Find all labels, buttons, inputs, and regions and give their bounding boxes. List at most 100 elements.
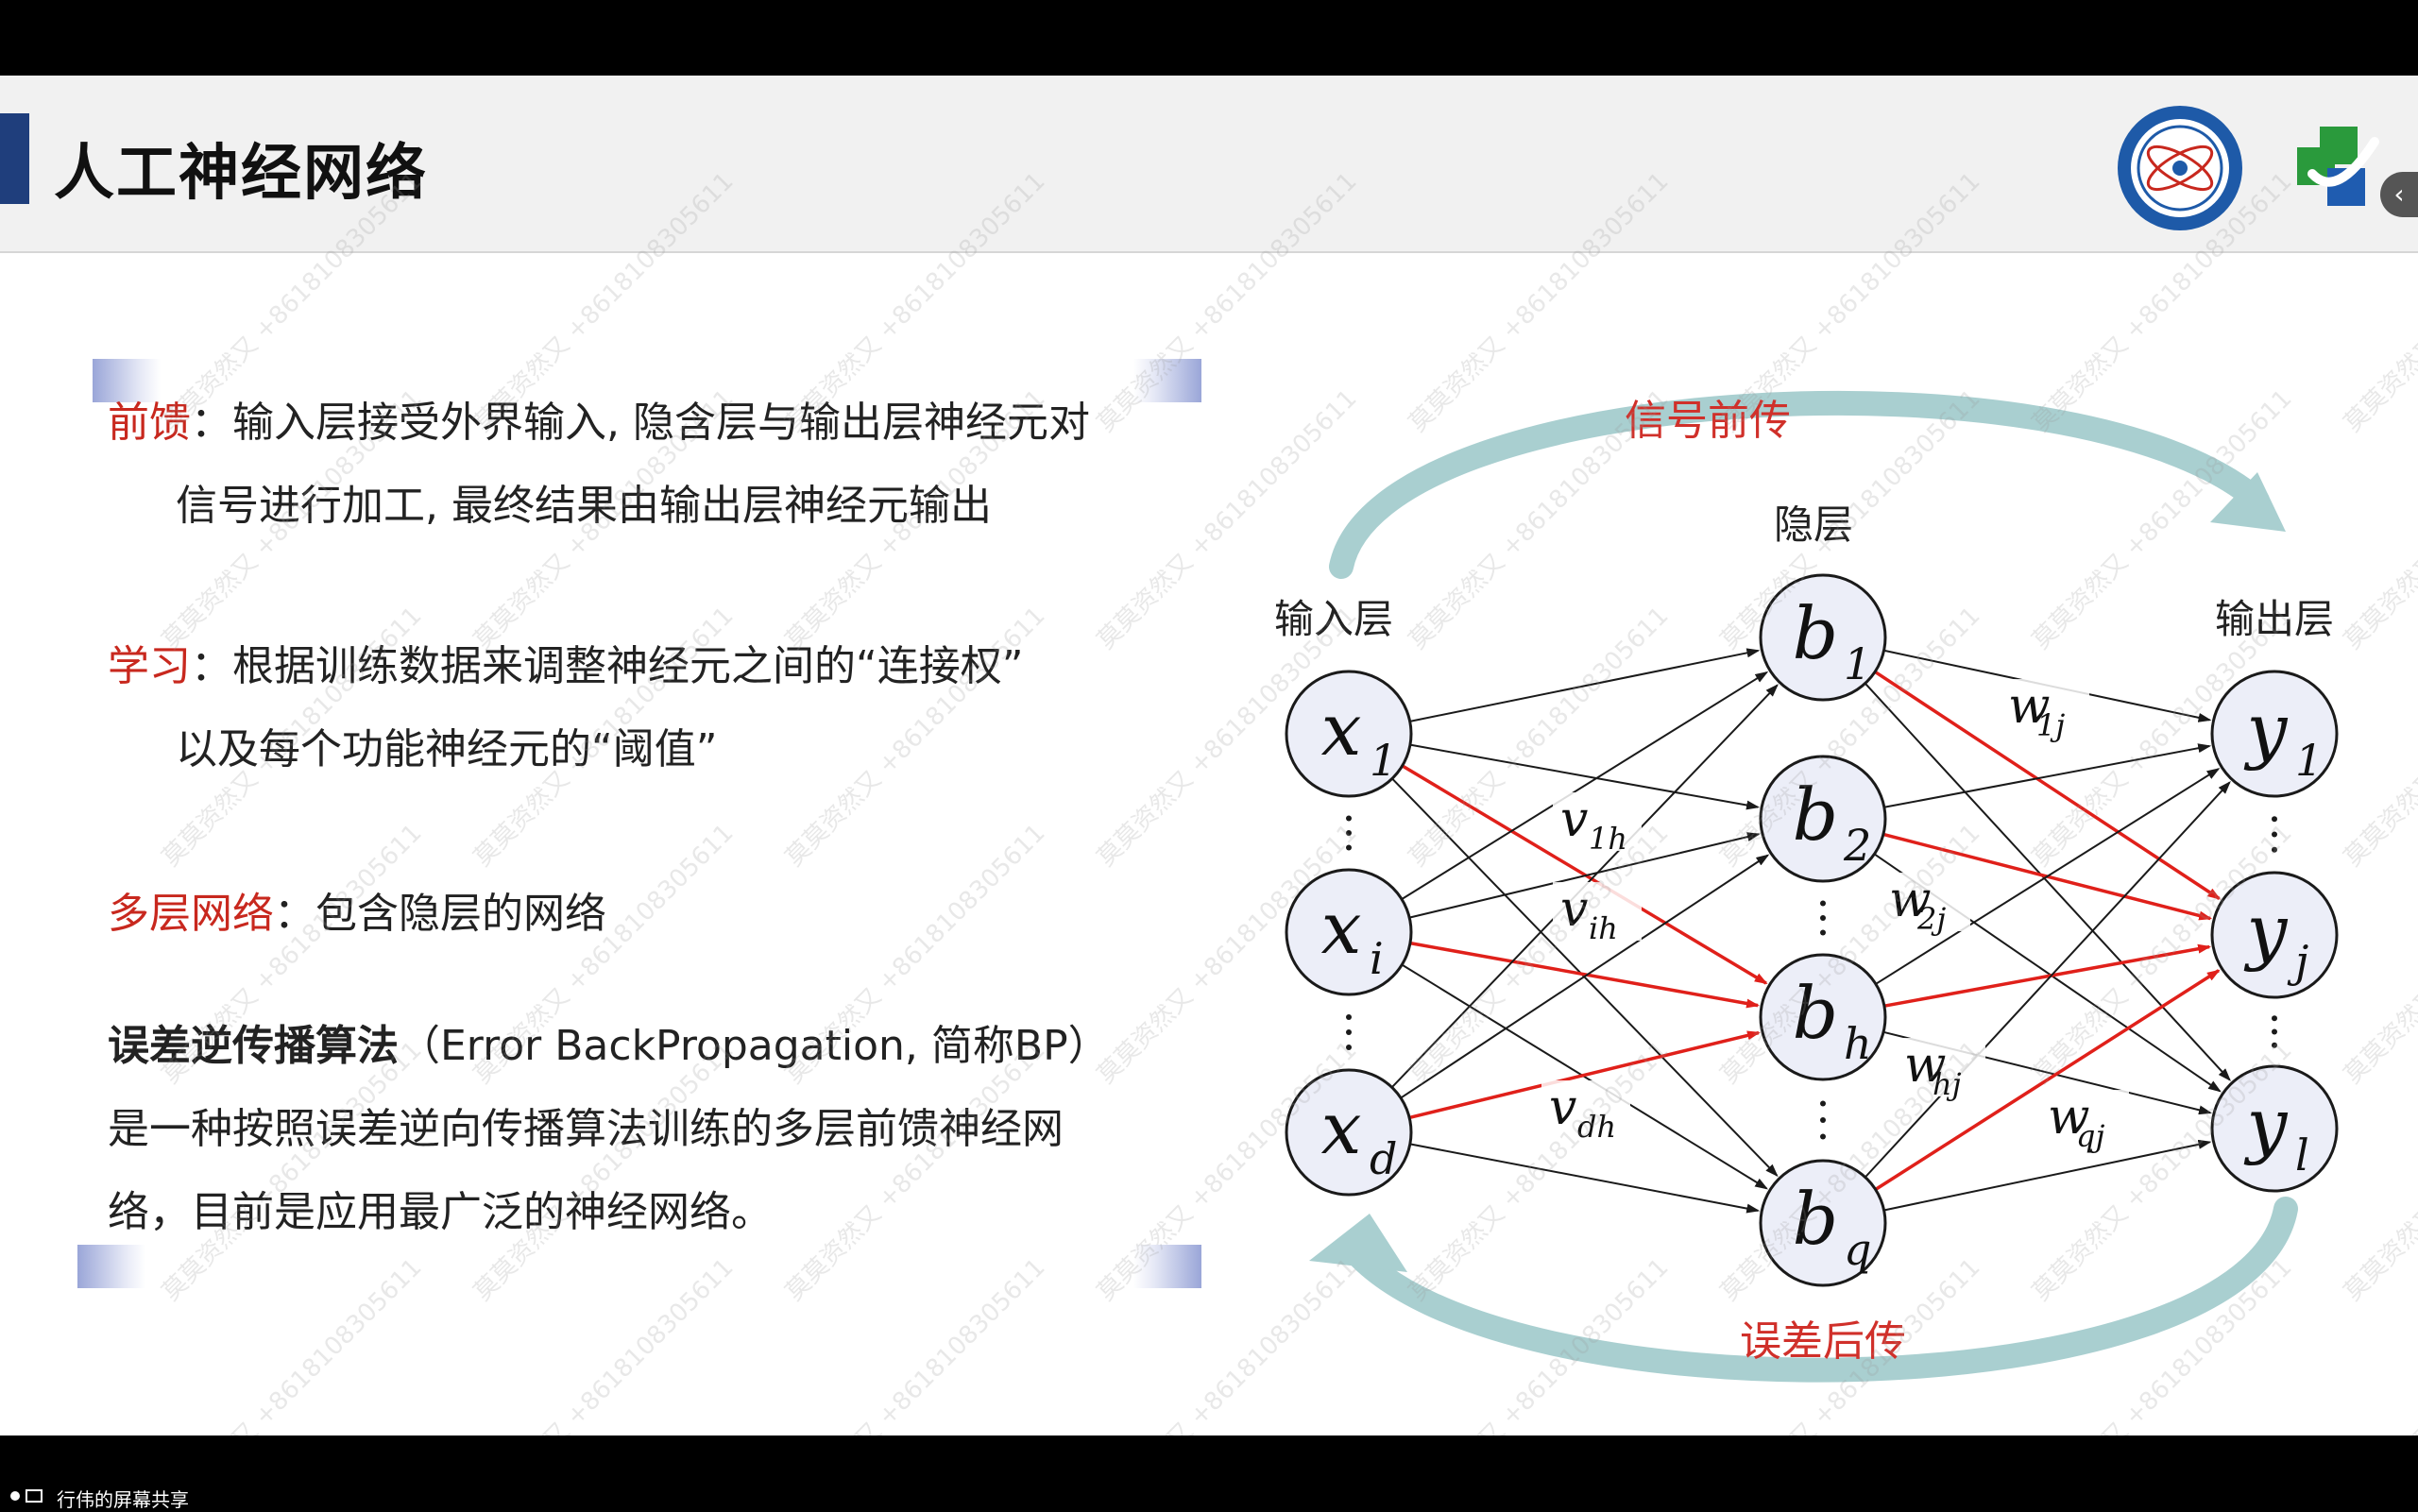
highlighted-connection — [1409, 941, 1761, 1009]
brand-logo — [2284, 121, 2397, 215]
node-label: b — [1793, 971, 1839, 1055]
highlighted-connection — [1883, 943, 2212, 1008]
ellipsis-dot — [1346, 1029, 1352, 1035]
slide: 人工神经网络 ‹ 前馈：输入层接受外界输入, 隐含层与输出层神经元对 信号进行加… — [0, 76, 2418, 1436]
output-node-j: yj — [2210, 871, 2339, 999]
weight-subscript: hj — [1933, 1066, 1962, 1102]
forward-label: 信号前传 — [1625, 397, 1791, 445]
backward-label: 误差后传 — [1740, 1317, 1906, 1366]
node-label: x — [1321, 688, 1362, 772]
slide-title: 人工神经网络 — [54, 139, 428, 209]
node-label: y — [2244, 688, 2289, 772]
taskbar: 行伟的屏幕共享 — [0, 1481, 2418, 1511]
university-seal-logo — [2116, 104, 2244, 232]
weight-subscript: qj — [2076, 1118, 2104, 1154]
ellipsis-dot — [2272, 1042, 2277, 1048]
weight-subscript: 1j — [2036, 707, 2065, 743]
learning-term: 学习 — [108, 642, 191, 690]
connection — [1409, 1143, 1761, 1214]
hidden-node-1: b1 — [1759, 573, 1887, 702]
w-weight-qj: wqj — [2040, 1089, 2129, 1154]
node-label: x — [1321, 886, 1362, 970]
node-label: b — [1793, 591, 1839, 675]
v-weight-1h: v 1h — [1553, 791, 1642, 857]
weight-label: v — [1560, 881, 1588, 938]
node-subscript: q — [1844, 1224, 1871, 1275]
output-node-l: yl — [2210, 1064, 2339, 1193]
feedforward-text: ：输入层接受外界输入, 隐含层与输出层神经元对 — [191, 399, 1090, 447]
node-label: x — [1321, 1086, 1362, 1170]
ellipsis-dot — [1820, 929, 1826, 936]
weight-label: v — [1549, 1079, 1576, 1136]
input-node-1: x1 — [1285, 670, 1413, 798]
neural-network-diagram: 信号前传 误差后传 输入层 隐层 输出层 x1xixdb1b2bhbqy1yjy… — [1228, 279, 2399, 1416]
node-label: y — [2244, 889, 2289, 973]
multilayer-line: 多层网络：包含隐层的网络 — [108, 873, 606, 956]
multilayer-term: 多层网络 — [108, 890, 274, 938]
w-weight-hj: whj — [1897, 1037, 1985, 1102]
ellipsis-dot — [1820, 900, 1826, 907]
ellipsis-dot — [1346, 830, 1352, 836]
hidden-node-h: bh — [1759, 953, 1887, 1081]
chevron-left-icon[interactable]: ‹ — [2380, 172, 2418, 217]
weight-subscript: 1h — [1589, 821, 1627, 857]
node-label: y — [2244, 1082, 2289, 1166]
ellipsis-dot — [2272, 816, 2277, 823]
feedforward-term: 前馈 — [108, 399, 191, 447]
node-subscript: d — [1370, 1133, 1397, 1184]
node-subscript: 1 — [1370, 735, 1397, 786]
hidden-layer-label: 隐层 — [1774, 501, 1853, 548]
hidden-node-q: bq — [1759, 1159, 1887, 1287]
connection — [1883, 743, 2212, 808]
hidden-node-2: b2 — [1759, 755, 1887, 883]
watermark-text: 莫莫资然又 +8618108305611 — [780, 1253, 1051, 1436]
decor-gradient — [1133, 1245, 1201, 1288]
watermark-text: 莫莫资然又 +8618108305611 — [157, 1253, 428, 1436]
bp-text: （Error BackPropagation, 简称BP） — [399, 1022, 1110, 1070]
node-label: b — [1793, 773, 1839, 857]
input-node-i: xi — [1285, 868, 1413, 996]
node-subscript: l — [2295, 1130, 2309, 1181]
node-subscript: h — [1844, 1018, 1872, 1069]
v-weight-ih: v ih — [1553, 881, 1642, 946]
ellipsis-dot — [2272, 1015, 2277, 1022]
learning-text: ：根据训练数据来调整神经元之间的“连接权” — [191, 642, 1024, 690]
node-subscript: i — [1370, 933, 1384, 984]
slide-header: 人工神经网络 ‹ — [0, 76, 2418, 253]
neural-network-svg: 信号前传 误差后传 输入层 隐层 输出层 x 1x ix db 1b 2b hb qy 1y jy… — [1274, 390, 2339, 1383]
nodes: x 1x ix db 1b 2b hb qy 1y jy l — [1285, 573, 2339, 1287]
weight-subscript: ih — [1589, 910, 1618, 946]
connection — [1401, 671, 1769, 901]
weight-subscript: 2j — [1916, 901, 1946, 937]
node-label: b — [1793, 1177, 1839, 1261]
ellipsis-dot — [2272, 1028, 2277, 1035]
learning-line1: 学习：根据训练数据来调整神经元之间的“连接权” — [108, 625, 1024, 708]
output-node-1: y1 — [2210, 670, 2339, 798]
input-node-d: xd — [1285, 1068, 1413, 1197]
ellipsis-dot — [2272, 831, 2277, 838]
ellipsis-dot — [1346, 1014, 1352, 1020]
w-weight-2j: w2j — [1882, 872, 1970, 937]
ellipsis-dot — [2272, 846, 2277, 853]
ellipsis-dot — [1820, 1117, 1826, 1123]
bp-line1: 误差逆传播算法（Error BackPropagation, 简称BP） — [108, 1005, 1110, 1088]
ellipsis-dot — [1820, 1100, 1826, 1107]
node-subscript: 1 — [2295, 735, 2323, 786]
watermark-text: 莫莫资然又 +8618108305611 — [468, 1253, 740, 1436]
v-weight-dh: v dh — [1541, 1079, 1630, 1145]
node-subscript: 2 — [1843, 820, 1871, 871]
ellipsis-dot — [1346, 844, 1352, 851]
weight-subscript: dh — [1577, 1109, 1616, 1145]
ellipsis-dot — [1346, 815, 1352, 822]
output-layer-label: 输出层 — [2215, 596, 2334, 642]
header-accent-bar — [0, 113, 29, 204]
ellipsis-dot — [1346, 1045, 1352, 1050]
decor-gradient — [1133, 359, 1201, 402]
learning-line2: 以及每个功能神经元的“阈值” — [176, 725, 718, 773]
screen-share-icon — [10, 1489, 43, 1503]
ellipsis-dot — [1820, 915, 1826, 921]
bp-term: 误差逆传播算法 — [108, 1022, 399, 1070]
feedforward-line1: 前馈：输入层接受外界输入, 隐含层与输出层神经元对 — [108, 382, 1090, 465]
weight-label: v — [1560, 791, 1588, 848]
node-subscript: 1 — [1844, 638, 1871, 689]
